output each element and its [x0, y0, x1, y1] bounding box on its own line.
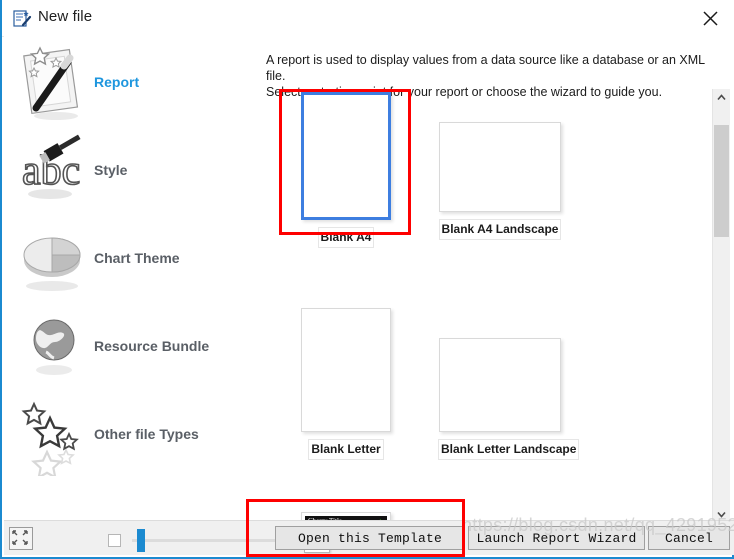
fit-to-window-icon[interactable]	[9, 527, 33, 550]
style-brush-abc-icon: abc	[16, 132, 92, 212]
stars-icon	[16, 396, 92, 480]
template-label: Blank Letter	[308, 439, 384, 460]
sidebar-item-label: Chart Theme	[94, 250, 180, 266]
sidebar-item-report[interactable]: Report	[4, 44, 256, 132]
template-thumbnail[interactable]	[301, 92, 391, 220]
template-gallery[interactable]: Blank A4 Blank A4 Landscape Blank Letter…	[264, 90, 714, 523]
sidebar-item-chart-theme[interactable]: Chart Theme	[4, 220, 256, 308]
zoom-slider-handle[interactable]	[137, 529, 145, 552]
sidebar-item-label: Other file Types	[94, 426, 199, 442]
template-blank-a4-landscape[interactable]: Blank A4 Landscape	[438, 122, 562, 240]
template-panel: A report is used to display values from …	[256, 36, 734, 523]
zoom-slider-track[interactable]	[132, 539, 296, 542]
pie-chart-icon	[16, 220, 92, 300]
template-blank-letter[interactable]: Blank Letter	[284, 308, 408, 460]
close-icon[interactable]	[690, 4, 730, 32]
scrollbar-thumb[interactable]	[714, 125, 729, 237]
template-label: Blank A4 Landscape	[438, 219, 562, 240]
chevron-up-icon[interactable]	[713, 89, 730, 106]
window-title: New file	[38, 8, 93, 25]
template-thumbnail[interactable]	[439, 122, 561, 212]
report-wand-icon	[16, 44, 92, 124]
sidebar-item-label: Style	[94, 162, 128, 178]
new-file-dialog: New file Report abc Style Chart Theme Re…	[0, 0, 734, 559]
template-label: Blank Letter Landscape	[438, 439, 580, 460]
new-file-wizard-icon	[12, 9, 32, 29]
sidebar-item-label: Resource Bundle	[94, 338, 210, 354]
description-line-1: A report is used to display values from …	[266, 53, 705, 83]
globe-icon	[16, 308, 92, 388]
zoom-small-icon[interactable]	[108, 534, 121, 547]
scrollbar-track[interactable]	[713, 106, 730, 506]
sidebar-item-label: Report	[94, 74, 140, 90]
template-blank-letter-landscape[interactable]: Blank Letter Landscape	[438, 338, 580, 460]
cancel-button[interactable]: Cancel	[648, 526, 730, 550]
vertical-scrollbar[interactable]	[712, 89, 730, 523]
sidebar-item-other-file-types[interactable]: Other file Types	[4, 396, 256, 484]
template-label: Blank A4	[317, 227, 375, 248]
template-blank-a4[interactable]: Blank A4	[284, 92, 408, 248]
bottom-bar: Open this Template Launch Report Wizard …	[4, 520, 734, 555]
category-sidebar: Report abc Style Chart Theme Resource Bu…	[4, 36, 256, 523]
title-bar: New file	[2, 0, 734, 37]
launch-report-wizard-button[interactable]: Launch Report Wizard	[468, 526, 645, 550]
template-thumbnail[interactable]	[301, 308, 391, 432]
open-this-template-button[interactable]: Open this Template	[275, 526, 465, 550]
sidebar-item-resource-bundle[interactable]: Resource Bundle	[4, 308, 256, 396]
template-thumbnail[interactable]	[439, 338, 561, 432]
sidebar-item-style[interactable]: abc Style	[4, 132, 256, 220]
